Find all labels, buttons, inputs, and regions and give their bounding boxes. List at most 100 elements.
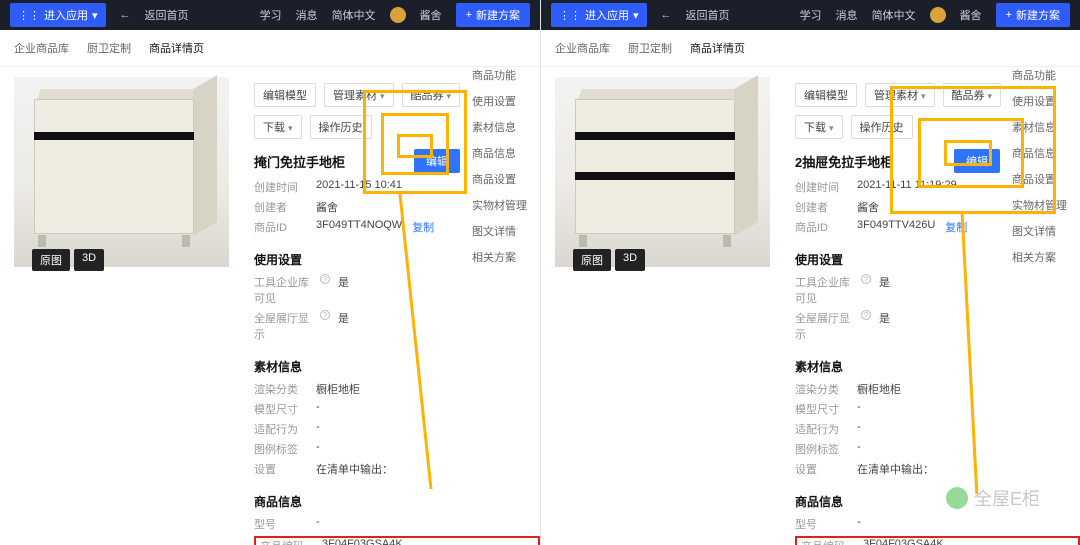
back-home-link[interactable]: 返回首页 xyxy=(686,7,730,23)
back-arrow-icon[interactable]: ← xyxy=(120,9,131,21)
anchor-rich[interactable]: 图文详情 xyxy=(1012,223,1072,239)
crumb-page: 商品详情页 xyxy=(149,40,204,56)
value-setting: 在清单中输出： xyxy=(316,461,393,477)
sku-bound-button[interactable]: 酷品券 xyxy=(402,83,461,107)
breadcrumb: 企业商品库 厨卫定制 商品详情页 xyxy=(541,30,1080,67)
anchor-asset[interactable]: 素材信息 xyxy=(472,119,532,135)
copy-link[interactable]: 复制 xyxy=(945,219,967,235)
anchor-rel[interactable]: 相关方案 xyxy=(1012,249,1072,265)
label-product-code: 产品编码 xyxy=(801,538,863,545)
value-render-cat: 橱柜地柜 xyxy=(316,381,360,397)
pill-3d[interactable]: 3D xyxy=(615,249,645,271)
edit-button[interactable]: 编辑 xyxy=(414,149,460,173)
label-product-id: 商品ID xyxy=(795,219,857,235)
manage-asset-button[interactable]: 管理素材 xyxy=(324,83,394,107)
nav-study[interactable]: 学习 xyxy=(260,7,282,23)
new-scheme-button[interactable]: + 新建方案 xyxy=(456,3,530,27)
anchor-mat[interactable]: 实物材管理 xyxy=(1012,197,1072,213)
anchor-rel[interactable]: 相关方案 xyxy=(472,249,532,265)
value-creator: 酱舍 xyxy=(316,199,338,215)
value-enterprise-vis: 是 xyxy=(338,274,349,306)
value-product-id: 3F049TTV426U xyxy=(857,219,935,235)
new-scheme-button[interactable]: + 新建方案 xyxy=(996,3,1070,27)
chevron-down-icon: ▾ xyxy=(92,9,98,22)
label-full-show: 全屋展厅显示 xyxy=(795,310,857,342)
value-model-size: - xyxy=(857,401,861,417)
crumb-cat[interactable]: 厨卫定制 xyxy=(628,40,672,56)
edit-model-button[interactable]: 编辑模型 xyxy=(795,83,857,107)
enter-app-button[interactable]: ⋮⋮ 进入应用 ▾ xyxy=(551,3,647,27)
op-history-button[interactable]: 操作历史 xyxy=(851,115,913,139)
anchor-func[interactable]: 商品功能 xyxy=(1012,67,1072,83)
product-image: 原图 3D xyxy=(14,77,229,267)
label-img-label: 图例标签 xyxy=(254,441,316,457)
watermark: 全屋E柜 xyxy=(946,485,1040,511)
avatar[interactable] xyxy=(390,7,406,23)
label-render-cat: 渲染分类 xyxy=(254,381,316,397)
back-home-link[interactable]: 返回首页 xyxy=(145,7,189,23)
op-history-button[interactable]: 操作历史 xyxy=(310,115,372,139)
edit-button[interactable]: 编辑 xyxy=(954,149,1000,173)
nav-lang[interactable]: 简体中文 xyxy=(872,7,916,23)
label-model-no: 型号 xyxy=(254,516,316,532)
avatar[interactable] xyxy=(930,7,946,23)
label-model-size: 模型尺寸 xyxy=(795,401,857,417)
crumb-lib[interactable]: 企业商品库 xyxy=(555,40,610,56)
anchor-func[interactable]: 商品功能 xyxy=(472,67,532,83)
nav-lang[interactable]: 简体中文 xyxy=(332,7,376,23)
anchor-pset[interactable]: 商品设置 xyxy=(472,171,532,187)
preview-panel: 原图 3D xyxy=(0,67,250,545)
pill-3d[interactable]: 3D xyxy=(74,249,104,271)
label-adapt: 适配行为 xyxy=(254,421,316,437)
anchor-use[interactable]: 使用设置 xyxy=(472,93,532,109)
anchor-pinfo[interactable]: 商品信息 xyxy=(472,145,532,161)
section-asset-info: 素材信息 xyxy=(795,358,1080,375)
chevron-down-icon: ▾ xyxy=(633,9,639,22)
pill-original[interactable]: 原图 xyxy=(32,249,70,271)
edit-model-button[interactable]: 编辑模型 xyxy=(254,83,316,107)
value-creator: 酱舍 xyxy=(857,199,879,215)
product-code-row: 产品编码3F04F03GSA4K xyxy=(795,536,1080,545)
nav-msg[interactable]: 消息 xyxy=(296,7,318,23)
value-create-time: 2021-11-11 11:19:29 xyxy=(857,179,957,195)
anchor-asset[interactable]: 素材信息 xyxy=(1012,119,1072,135)
anchor-pset[interactable]: 商品设置 xyxy=(1012,171,1072,187)
value-full-show: 是 xyxy=(879,310,890,342)
nav-study[interactable]: 学习 xyxy=(800,7,822,23)
label-product-code: 产品编码 xyxy=(260,538,322,545)
enter-app-button[interactable]: ⋮⋮ 进入应用 ▾ xyxy=(10,3,106,27)
download-button[interactable]: 下载 xyxy=(254,115,302,139)
label-creator: 创建者 xyxy=(795,199,857,215)
sku-bound-button[interactable]: 酷品券 xyxy=(943,83,1002,107)
nav-msg[interactable]: 消息 xyxy=(836,7,858,23)
product-title: 掩门免拉手地柜 xyxy=(254,152,345,171)
value-product-id: 3F049TT4NOQW xyxy=(316,219,402,235)
label-product-id: 商品ID xyxy=(254,219,316,235)
new-scheme-label: 新建方案 xyxy=(476,7,520,23)
back-arrow-icon[interactable]: ← xyxy=(661,9,672,21)
detail-panel: 编辑模型 管理素材 酷品券 下载 操作历史 掩门免拉手地柜 编辑 创建时间202… xyxy=(250,67,540,545)
nav-user[interactable]: 酱舍 xyxy=(960,7,982,23)
plus-icon: + xyxy=(466,9,472,21)
value-render-cat: 橱柜地柜 xyxy=(857,381,901,397)
anchor-mat[interactable]: 实物材管理 xyxy=(472,197,532,213)
crumb-cat[interactable]: 厨卫定制 xyxy=(87,40,131,56)
label-create-time: 创建时间 xyxy=(795,179,857,195)
value-model-no: - xyxy=(857,516,861,532)
crumb-lib[interactable]: 企业商品库 xyxy=(14,40,69,56)
value-model-size: - xyxy=(316,401,320,417)
label-model-size: 模型尺寸 xyxy=(254,401,316,417)
anchor-use[interactable]: 使用设置 xyxy=(1012,93,1072,109)
anchor-pinfo[interactable]: 商品信息 xyxy=(1012,145,1072,161)
wechat-icon xyxy=(946,487,968,509)
manage-asset-button[interactable]: 管理素材 xyxy=(865,83,935,107)
anchor-rich[interactable]: 图文详情 xyxy=(472,223,532,239)
label-full-show: 全屋展厅显示 xyxy=(254,310,316,342)
label-img-label: 图例标签 xyxy=(795,441,857,457)
copy-link[interactable]: 复制 xyxy=(412,219,434,235)
new-scheme-label: 新建方案 xyxy=(1016,7,1060,23)
info-icon: ? xyxy=(320,274,330,284)
pill-original[interactable]: 原图 xyxy=(573,249,611,271)
nav-user[interactable]: 酱舍 xyxy=(420,7,442,23)
download-button[interactable]: 下载 xyxy=(795,115,843,139)
